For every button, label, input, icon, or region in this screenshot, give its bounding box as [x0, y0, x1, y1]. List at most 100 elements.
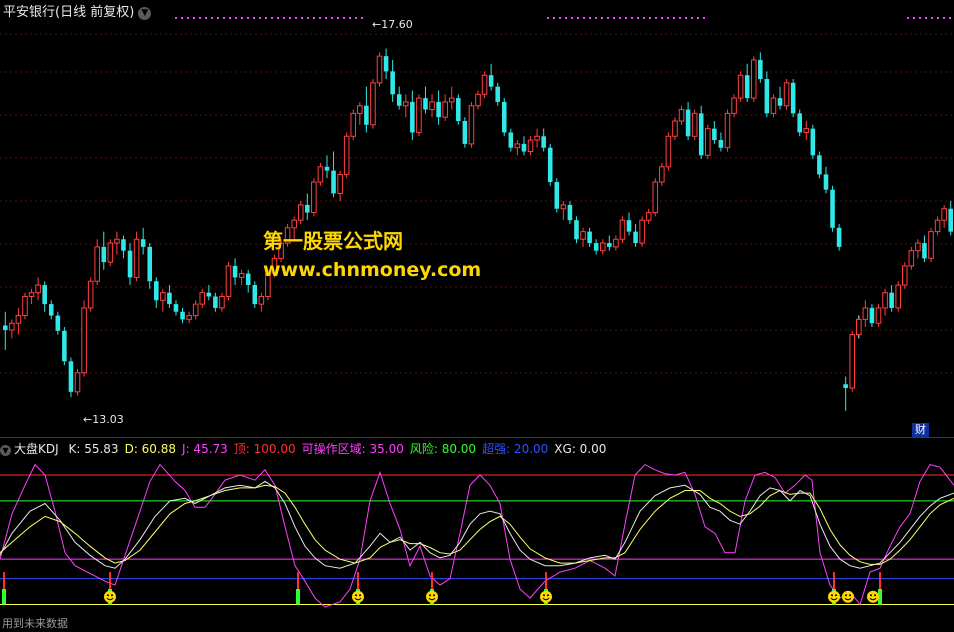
- smiley-eye: [355, 594, 357, 597]
- smiley-icon: [828, 590, 840, 603]
- indicator-legend: ▼ 大盘KDJ K: 55.83 D: 60.88 J: 45.73 顶: 100.00…: [0, 440, 612, 457]
- candle-body-up: [580, 231, 586, 240]
- signal-dot: [301, 17, 303, 19]
- signal-dot: [187, 17, 189, 19]
- candle-body-up: [311, 181, 317, 214]
- candle-body-up: [74, 372, 81, 393]
- candle-body-down: [922, 243, 927, 259]
- candle-body-up: [258, 295, 265, 305]
- candle-body-up: [160, 292, 166, 301]
- indicator-name[interactable]: 大盘KDJ: [14, 442, 59, 456]
- candle-body-up: [238, 273, 245, 278]
- smiley-eye: [835, 594, 837, 597]
- legend-entry: 超强: 20.00: [482, 442, 549, 456]
- candle-body-up: [770, 97, 777, 114]
- legend-entry: 风险: 80.00: [409, 442, 477, 456]
- candle-body-up: [599, 242, 606, 252]
- candle-body-down: [836, 227, 842, 247]
- candle-body-down: [948, 208, 953, 232]
- candle-body-up: [442, 101, 448, 118]
- signal-dot: [637, 17, 639, 19]
- signal-dot: [271, 17, 273, 19]
- high-price-value: 17.60: [381, 18, 413, 31]
- signal-dot: [949, 17, 951, 19]
- signal-dot: [673, 17, 675, 19]
- candle-body-down: [48, 304, 54, 316]
- candle-body-down: [574, 220, 579, 240]
- candle-body-down: [42, 285, 47, 305]
- signal-dot: [355, 17, 357, 19]
- high-price-label: ←17.60: [372, 18, 413, 31]
- candle-body-up: [901, 265, 908, 286]
- legend-entry: 顶: 100.00: [233, 442, 296, 456]
- signal-dot: [349, 17, 351, 19]
- smiley-icon: [352, 590, 364, 603]
- signal-dot: [619, 17, 621, 19]
- candle-body-down: [206, 292, 212, 297]
- signal-dot: [943, 17, 945, 19]
- candle-body-up: [343, 135, 350, 175]
- signal-dot: [577, 17, 579, 19]
- candle-body-down: [823, 174, 829, 190]
- candle-body-up: [94, 246, 100, 282]
- candle-body-up: [350, 112, 357, 137]
- signal-dot: [661, 17, 663, 19]
- candle-body-down: [764, 79, 770, 114]
- smiley-eye: [111, 594, 113, 597]
- candle-body-up: [107, 242, 114, 263]
- candle-body-up: [114, 238, 120, 244]
- candle-body-down: [488, 75, 494, 87]
- smiley-eye: [359, 594, 361, 597]
- legend-entry: 可操作区域: 35.00: [301, 442, 404, 456]
- signal-dot: [937, 17, 939, 19]
- candle-body-up: [619, 219, 626, 240]
- candle-body-up: [783, 82, 790, 107]
- signal-dot: [277, 17, 279, 19]
- candle-body-down: [331, 170, 336, 194]
- chevron-down-icon[interactable]: ▼: [0, 445, 11, 456]
- signal-dot: [931, 17, 933, 19]
- candle-body-down: [154, 281, 159, 301]
- smiley-eye: [107, 594, 109, 597]
- candle-body-up: [448, 97, 455, 103]
- candle-body-up: [665, 135, 672, 168]
- candle-body-up: [357, 105, 363, 114]
- signal-dot: [241, 17, 243, 19]
- candle-body-up: [915, 242, 921, 252]
- signal-dot: [691, 17, 693, 19]
- candle-body-down: [607, 243, 612, 247]
- signal-dot: [703, 17, 705, 19]
- signal-dot: [565, 17, 567, 19]
- candle-body-down: [554, 182, 560, 209]
- candle-body-up: [186, 315, 192, 320]
- candle-body-up: [678, 109, 685, 122]
- candle-body-up: [15, 315, 22, 324]
- signal-dot: [247, 17, 249, 19]
- candle-body-up: [35, 284, 41, 294]
- signal-dot: [589, 17, 591, 19]
- candle-body-down: [121, 239, 126, 251]
- signal-dot: [283, 17, 285, 19]
- candle-body-up: [534, 135, 540, 141]
- candle-body-down: [777, 98, 783, 106]
- candle-body-up: [481, 74, 488, 95]
- candle-body-up: [856, 318, 862, 336]
- candle-body-up: [803, 128, 810, 133]
- signal-dot: [211, 17, 213, 19]
- signal-dot: [685, 17, 687, 19]
- candle-body-up: [376, 55, 383, 84]
- candle-body-up: [402, 101, 409, 107]
- candle-body-down: [140, 239, 146, 247]
- candle-body-up: [429, 101, 435, 111]
- signal-dot: [223, 17, 225, 19]
- candle-body-down: [843, 384, 848, 389]
- finance-badge[interactable]: 财: [912, 423, 929, 437]
- low-price-value: 13.03: [92, 413, 124, 426]
- candle-body-up: [691, 112, 698, 137]
- candle-body-down: [383, 56, 389, 72]
- candle-body-up: [908, 250, 915, 267]
- candle-body-down: [547, 147, 553, 183]
- smiley-eye: [543, 594, 545, 597]
- candle-body-down: [324, 166, 330, 171]
- signal-dot: [175, 17, 177, 19]
